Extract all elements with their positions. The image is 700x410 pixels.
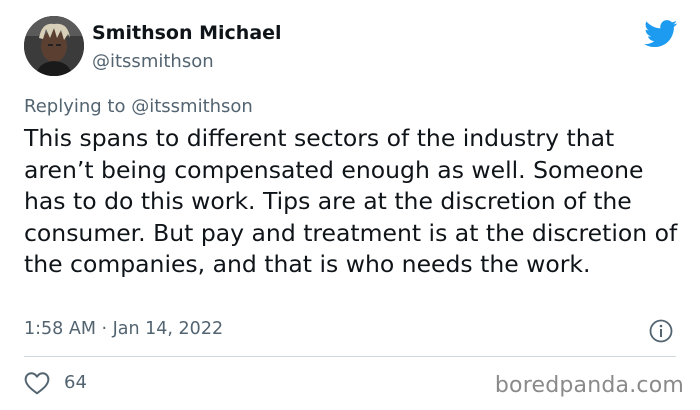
author-display-name[interactable]: Smithson Michael [92, 22, 282, 44]
watermark: boredpanda.com [494, 373, 684, 398]
heart-icon[interactable] [24, 371, 50, 395]
avatar[interactable] [24, 16, 84, 76]
like-count: 64 [64, 372, 87, 393]
tweet-timestamp[interactable]: 1:58 AM · Jan 14, 2022 [24, 319, 223, 339]
info-icon[interactable] [649, 319, 673, 343]
replying-to: Replying to @itssmithson [24, 96, 253, 117]
twitter-bird-icon[interactable] [644, 20, 678, 48]
divider [24, 356, 676, 357]
replying-to-prefix: Replying to [24, 96, 126, 117]
replying-to-mention[interactable]: @itssmithson [131, 96, 253, 117]
tweet-card: Smithson Michael @itssmithson Replying t… [0, 0, 700, 410]
tweet-text: This spans to different sectors of the i… [24, 124, 678, 278]
avatar-image [24, 16, 84, 76]
author-handle[interactable]: @itssmithson [92, 51, 214, 72]
